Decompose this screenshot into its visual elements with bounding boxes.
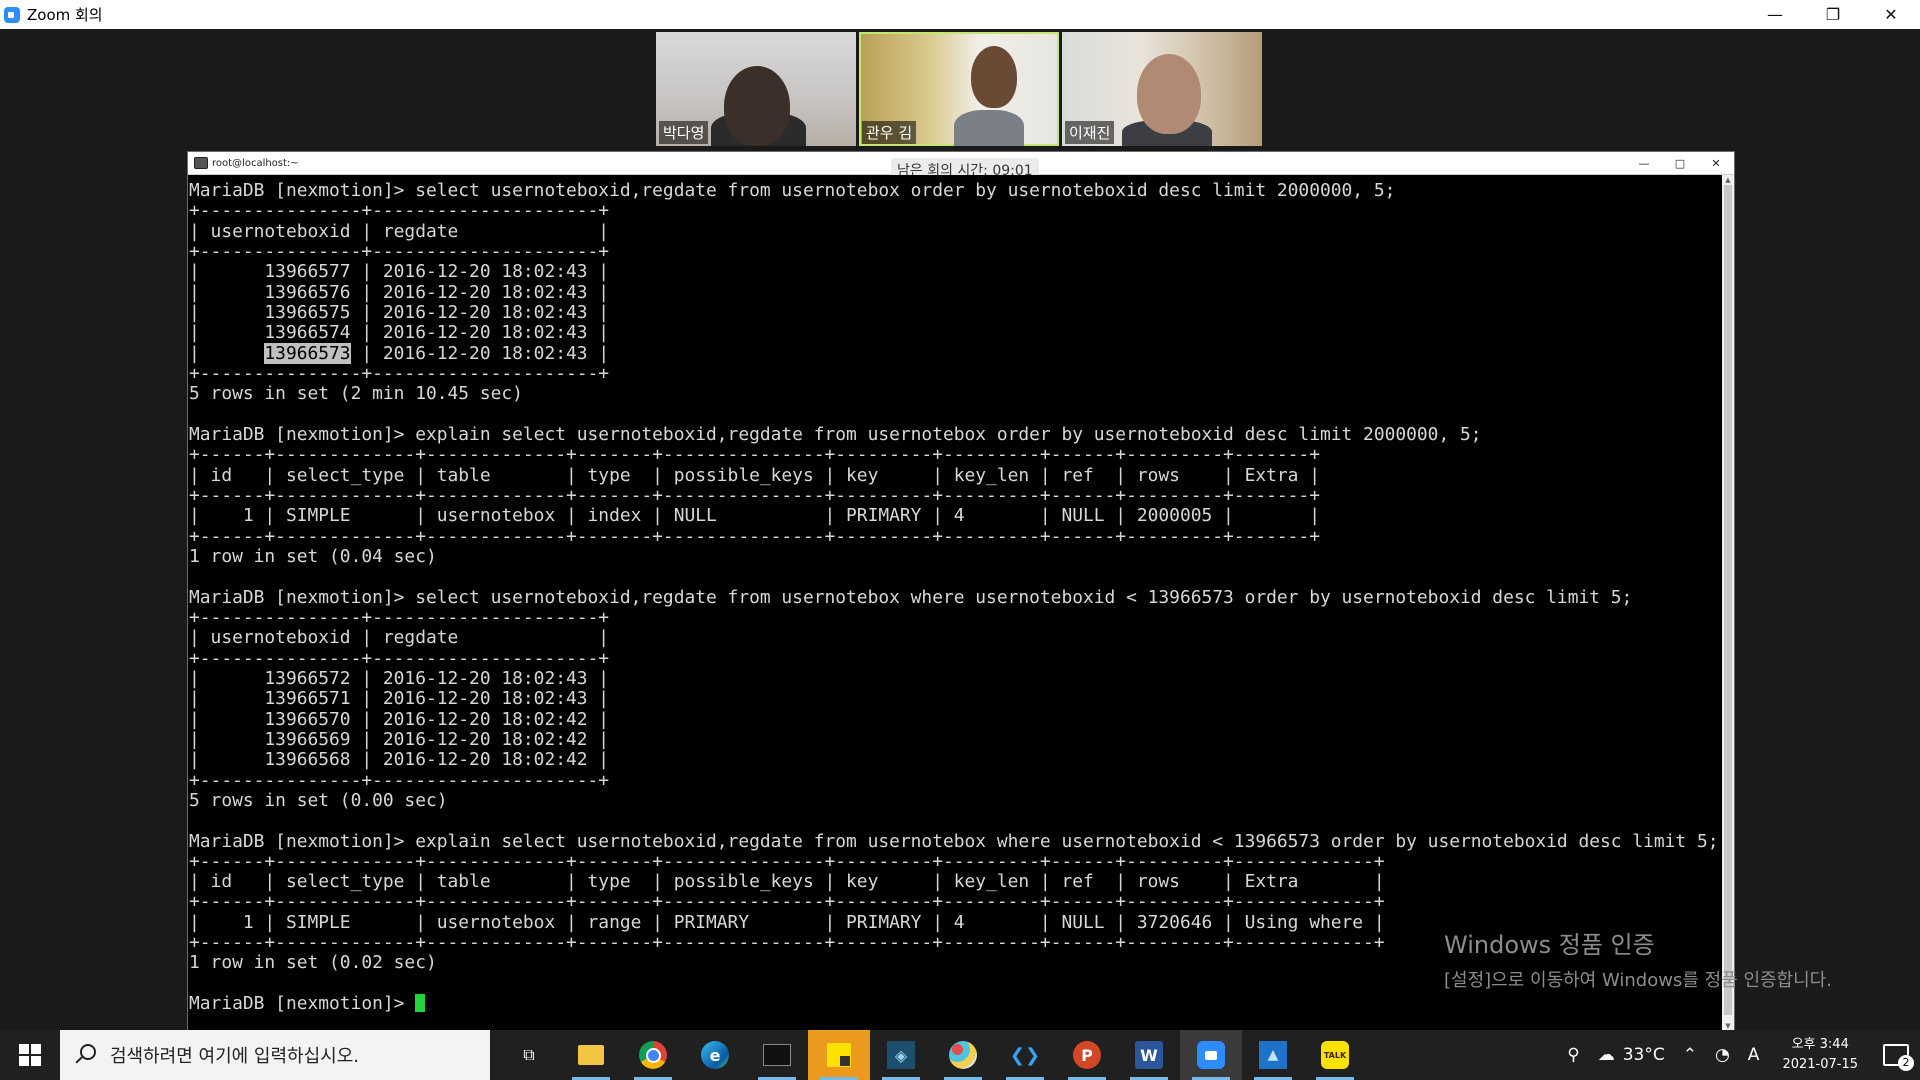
cloud-icon: ☁ bbox=[1597, 1045, 1615, 1065]
weather-widget[interactable]: ☁ 33°C bbox=[1589, 1045, 1674, 1065]
taskbar: 검색하려면 여기에 입력하십시오. ⧉ e ◈ ❮❯ P W ▲ TALK ⚲ … bbox=[0, 1030, 1920, 1080]
participant-video[interactable]: 이재진 bbox=[1062, 32, 1262, 146]
zoom-icon bbox=[1197, 1041, 1225, 1069]
person-silhouette bbox=[971, 46, 1017, 108]
participant-name: 관우 김 bbox=[862, 121, 917, 144]
wifi-icon[interactable]: ◔ bbox=[1706, 1045, 1739, 1065]
person-silhouette bbox=[1137, 54, 1201, 134]
file-explorer-button[interactable] bbox=[560, 1030, 622, 1080]
temperature: 33°C bbox=[1622, 1045, 1665, 1065]
terminal-minimize-button[interactable]: — bbox=[1626, 152, 1662, 174]
taskbar-search-box[interactable]: 검색하려면 여기에 입력하십시오. bbox=[60, 1030, 490, 1080]
kakaotalk-button[interactable]: TALK bbox=[1304, 1030, 1366, 1080]
terminal-app-icon bbox=[763, 1044, 791, 1066]
selected-text: 13966573 bbox=[264, 342, 351, 364]
clock-date: 2021-07-15 bbox=[1782, 1057, 1858, 1072]
terminal-icon bbox=[194, 157, 208, 169]
search-icon bbox=[74, 1043, 98, 1067]
video-strip: 박다영 관우 김 이재진 bbox=[656, 32, 1262, 146]
word-icon: W bbox=[1135, 1041, 1163, 1069]
ime-indicator[interactable]: A bbox=[1739, 1045, 1769, 1065]
start-button[interactable] bbox=[0, 1030, 60, 1080]
minimize-button[interactable]: — bbox=[1746, 0, 1804, 29]
person-silhouette bbox=[954, 110, 1024, 146]
task-view-button[interactable]: ⧉ bbox=[498, 1030, 560, 1080]
terminal-title: root@localhost:~ bbox=[212, 157, 299, 169]
sticky-notes-icon bbox=[827, 1043, 851, 1067]
kakaotalk-icon: TALK bbox=[1321, 1041, 1349, 1069]
terminal-text-block: MariaDB [nexmotion]> select usernoteboxi… bbox=[189, 180, 1396, 364]
restore-button[interactable]: ❐ bbox=[1804, 0, 1862, 29]
powerpoint-icon: P bbox=[1073, 1041, 1101, 1069]
photos-icon: ▲ bbox=[1259, 1041, 1287, 1069]
chevron-up-icon[interactable]: ⌃ bbox=[1674, 1045, 1706, 1065]
terminal-controls: — □ ✕ bbox=[1626, 152, 1734, 174]
terminal-prompt: MariaDB [nexmotion]> bbox=[189, 993, 416, 1015]
chrome-icon bbox=[639, 1041, 667, 1069]
palette-icon bbox=[949, 1041, 977, 1069]
zoom-app-icon bbox=[4, 6, 20, 23]
windows-logo-icon bbox=[19, 1044, 41, 1066]
window-controls: — ❐ ✕ bbox=[1746, 0, 1920, 29]
terminal-scrollbar[interactable]: ▲ ▼ bbox=[1722, 175, 1734, 1031]
clock-time: 오후 3:44 bbox=[1791, 1037, 1849, 1052]
terminal-maximize-button[interactable]: □ bbox=[1662, 152, 1698, 174]
dolphin-icon: ◈ bbox=[887, 1041, 915, 1069]
scroll-thumb[interactable] bbox=[1724, 185, 1732, 1015]
activation-subtitle: [설정]으로 이동하여 Windows를 정품 인증합니다. bbox=[1444, 970, 1832, 991]
sticky-notes-button[interactable] bbox=[808, 1030, 870, 1080]
activation-watermark: Windows 정품 인증 [설정]으로 이동하여 Windows를 정품 인증… bbox=[1444, 925, 1832, 992]
terminal-window[interactable]: root@localhost:~ — □ ✕ 남은 회의 시간: 09:01 M… bbox=[187, 151, 1735, 1032]
chrome-button[interactable] bbox=[622, 1030, 684, 1080]
taskbar-apps: ⧉ e ◈ ❮❯ P W ▲ TALK bbox=[498, 1030, 1366, 1080]
terminal-output[interactable]: MariaDB [nexmotion]> select usernoteboxi… bbox=[188, 175, 1721, 1031]
edge-icon: e bbox=[701, 1041, 729, 1069]
system-tray: ⚲ ☁ 33°C ⌃ ◔ A 오후 3:44 2021-07-15 2 bbox=[1558, 1030, 1920, 1080]
people-icon[interactable]: ⚲ bbox=[1558, 1045, 1588, 1065]
terminal-text: MariaDB [nexmotion]> select usernoteboxi… bbox=[189, 180, 1719, 1015]
terminal-titlebar: root@localhost:~ — □ ✕ 남은 회의 시간: 09:01 bbox=[188, 152, 1734, 182]
participant-video-active-speaker[interactable]: 관우 김 bbox=[859, 32, 1059, 146]
search-placeholder: 검색하려면 여기에 입력하십시오. bbox=[110, 1046, 360, 1067]
zoom-titlebar: Zoom 회의 — ❐ ✕ bbox=[0, 0, 1920, 29]
participant-name: 이재진 bbox=[1065, 121, 1115, 144]
notification-count: 2 bbox=[1898, 1055, 1914, 1071]
edge-button[interactable]: e bbox=[684, 1030, 746, 1080]
powerpoint-button[interactable]: P bbox=[1056, 1030, 1118, 1080]
photos-button[interactable]: ▲ bbox=[1242, 1030, 1304, 1080]
clock[interactable]: 오후 3:44 2021-07-15 bbox=[1768, 1035, 1872, 1075]
scroll-up-arrow-icon[interactable]: ▲ bbox=[1722, 175, 1734, 185]
participant-video[interactable]: 박다영 bbox=[656, 32, 856, 146]
terminal-text-block: | 2016-12-20 18:02:43 | +---------------… bbox=[189, 342, 1719, 974]
close-button[interactable]: ✕ bbox=[1862, 0, 1920, 29]
terminal-cursor bbox=[415, 994, 426, 1013]
paint-button[interactable] bbox=[932, 1030, 994, 1080]
task-view-icon: ⧉ bbox=[523, 1045, 535, 1064]
participant-name: 박다영 bbox=[659, 121, 709, 144]
vscode-button[interactable]: ❮❯ bbox=[994, 1030, 1056, 1080]
window-title: Zoom 회의 bbox=[27, 6, 103, 24]
mysql-workbench-button[interactable]: ◈ bbox=[870, 1030, 932, 1080]
zoom-button[interactable] bbox=[1180, 1030, 1242, 1080]
vscode-icon: ❮❯ bbox=[1009, 1044, 1041, 1066]
notification-button[interactable]: 2 bbox=[1872, 1030, 1920, 1080]
activation-title: Windows 정품 인증 bbox=[1444, 931, 1655, 959]
folder-icon bbox=[578, 1045, 604, 1065]
word-button[interactable]: W bbox=[1118, 1030, 1180, 1080]
terminal-button[interactable] bbox=[746, 1030, 808, 1080]
person-silhouette bbox=[724, 66, 790, 146]
terminal-close-button[interactable]: ✕ bbox=[1698, 152, 1734, 174]
